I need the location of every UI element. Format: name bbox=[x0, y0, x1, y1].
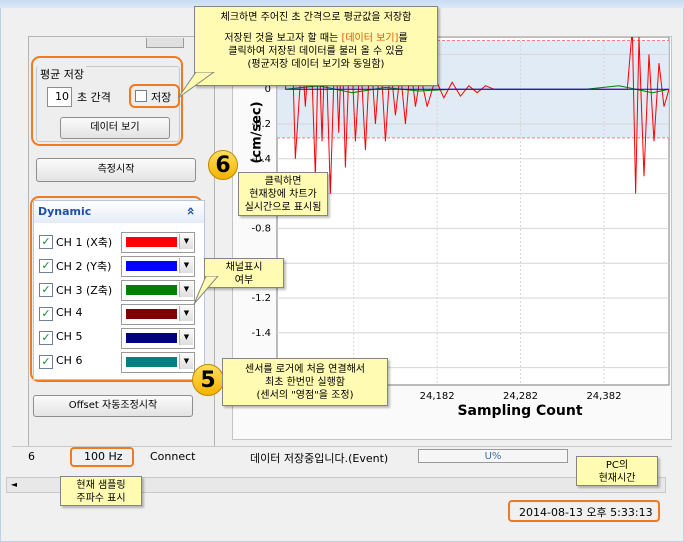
channel-color-swatch bbox=[126, 261, 177, 271]
channel-note-line1: 채널표시 bbox=[225, 262, 263, 273]
status-frequency: 100 Hz bbox=[84, 450, 123, 463]
save-callout-pointer bbox=[177, 72, 215, 99]
channel-color-select[interactable]: ▼ bbox=[121, 352, 195, 373]
save-checkbox-label: 저장 bbox=[151, 91, 172, 104]
status-message: 데이터 저장중입니다.(Event) bbox=[250, 452, 389, 465]
save-note-line1: 체크하면 주어진 초 간격으로 평균값을 저장함 bbox=[220, 12, 412, 23]
channel-row: ✓ CH 3 (Z축) ▼ bbox=[39, 280, 199, 301]
save-interval-unit: 초 간격 bbox=[77, 91, 111, 104]
channel-color-swatch bbox=[126, 357, 177, 367]
offset-note-line3: (센서의 "영점"을 조정) bbox=[256, 390, 354, 401]
time-note-line2: 현재시간 bbox=[598, 473, 636, 484]
chevron-down-icon[interactable]: ▼ bbox=[179, 330, 193, 345]
save-note-line2: 저장된 것을 보고자 할 때는 [데이터 보기]를 bbox=[195, 32, 437, 45]
chevron-down-icon[interactable]: ▼ bbox=[179, 306, 193, 321]
dynamic-panel-header[interactable]: Dynamic « bbox=[34, 201, 204, 223]
start-note-line1: 클릭하면 bbox=[264, 176, 302, 187]
channel-color-select[interactable]: ▼ bbox=[121, 232, 195, 253]
channel-color-swatch bbox=[126, 333, 177, 343]
channel-label: CH 1 (X축) bbox=[56, 236, 113, 249]
save-note-line3: 클릭하여 저장된 데이터를 불러 올 수 있음 bbox=[228, 46, 404, 57]
save-checkbox[interactable] bbox=[135, 90, 147, 102]
channel-label: CH 2 (Y축) bbox=[56, 260, 112, 273]
channel-row: ✓ CH 1 (X축) ▼ bbox=[39, 232, 199, 253]
scroll-left-icon[interactable]: ◄ bbox=[9, 480, 19, 490]
channel-row: ✓ CH 4 ▼ bbox=[39, 304, 199, 325]
x-tick-label: 24,382 bbox=[586, 391, 621, 402]
frequency-callout: 현재 샘플링 주파수 표시 bbox=[60, 476, 142, 506]
chevron-down-icon[interactable]: ▼ bbox=[179, 234, 193, 249]
freq-note-line1: 현재 샘플링 bbox=[76, 480, 126, 491]
channel-label: CH 6 bbox=[56, 354, 83, 367]
status-connection: Connect bbox=[150, 450, 196, 463]
channel-checkbox[interactable]: ✓ bbox=[39, 307, 53, 321]
channel-row: ✓ CH 2 (Y축) ▼ bbox=[39, 256, 199, 277]
chevron-down-icon[interactable]: ▼ bbox=[179, 354, 193, 369]
offset-note-line2: 최초 한번만 실행함 bbox=[265, 377, 345, 388]
channel-row: ✓ CH 5 ▼ bbox=[39, 328, 199, 349]
panel-tab-stub[interactable] bbox=[146, 38, 184, 48]
channel-label: CH 4 bbox=[56, 306, 83, 319]
time-note-line1: PC의 bbox=[605, 460, 629, 471]
start-callout: 클릭하면 현재창에 차트가 실시간으로 표시됨 bbox=[238, 172, 328, 216]
channel-checkbox[interactable]: ✓ bbox=[39, 355, 53, 369]
offset-note-line1: 센서를 로거에 처음 연결해서 bbox=[245, 364, 365, 375]
start-note-line2: 현재창에 차트가 bbox=[249, 189, 317, 200]
channel-color-select[interactable]: ▼ bbox=[121, 328, 195, 349]
y-tick-label: -0.8 bbox=[251, 223, 271, 234]
progress-bar: U% bbox=[418, 449, 568, 463]
y-axis-label: (cm/sec) bbox=[249, 101, 265, 164]
x-tick-label: 24,182 bbox=[420, 391, 455, 402]
save-group-label: 평균 저장 bbox=[38, 66, 86, 82]
status-count: 6 bbox=[28, 450, 35, 463]
view-data-button[interactable]: 데이터 보기 bbox=[60, 117, 170, 139]
status-datetime: 2014-08-13 오후 5:33:13 bbox=[519, 506, 653, 519]
step-6-badge: 6 bbox=[208, 150, 238, 180]
channel-color-swatch bbox=[126, 237, 177, 247]
x-axis-label: Sampling Count bbox=[457, 403, 583, 419]
save-note-highlight: [데이터 보기] bbox=[341, 33, 399, 44]
channel-callout-pointer bbox=[193, 276, 219, 305]
x-tick-label: 24,282 bbox=[503, 391, 538, 402]
y-tick-label: -1.4 bbox=[251, 328, 271, 339]
chevron-down-icon[interactable]: ▼ bbox=[179, 282, 193, 297]
channel-color-swatch bbox=[126, 285, 177, 295]
channel-checkbox[interactable]: ✓ bbox=[39, 235, 53, 249]
channel-checkbox[interactable]: ✓ bbox=[39, 259, 53, 273]
channel-color-select[interactable]: ▼ bbox=[121, 280, 195, 301]
dynamic-panel-title: Dynamic bbox=[38, 205, 92, 218]
save-interval-input[interactable]: 10 bbox=[47, 87, 72, 107]
channel-checkbox[interactable]: ✓ bbox=[39, 283, 53, 297]
channel-color-select[interactable]: ▼ bbox=[121, 256, 195, 277]
channel-checkbox[interactable]: ✓ bbox=[39, 331, 53, 345]
start-note-line3: 실시간으로 표시됨 bbox=[244, 202, 322, 213]
freq-note-line2: 주파수 표시 bbox=[76, 493, 126, 504]
collapse-icon[interactable]: « bbox=[183, 206, 199, 215]
channel-color-select[interactable]: ▼ bbox=[121, 304, 195, 325]
y-tick-label: -1.2 bbox=[251, 293, 271, 304]
save-note-line2b: 를 bbox=[398, 33, 408, 44]
channel-label: CH 3 (Z축) bbox=[56, 284, 113, 297]
datetime-callout: PC의 현재시간 bbox=[576, 456, 658, 486]
channel-list: ✓ CH 1 (X축) ▼ ✓ CH 2 (Y축) ▼ ✓ CH 3 (Z축) ▼ ✓ CH 4 ▼ ✓… bbox=[33, 232, 205, 380]
channel-color-swatch bbox=[126, 309, 177, 319]
start-measure-button[interactable]: 측정시작 bbox=[36, 158, 196, 182]
channel-label: CH 5 bbox=[56, 330, 83, 343]
offset-callout: 센서를 로거에 처음 연결해서 최초 한번만 실행함 (센서의 "영점"을 조정… bbox=[222, 358, 388, 406]
save-callout: 체크하면 주어진 초 간격으로 평균값을 저장함 저장된 것을 보고자 할 때는… bbox=[194, 6, 438, 86]
save-note-line2a: 저장된 것을 보고자 할 때는 bbox=[224, 33, 342, 44]
step-5-badge: 5 bbox=[192, 364, 224, 396]
chevron-down-icon[interactable]: ▼ bbox=[179, 258, 193, 273]
channel-row: ✓ CH 6 ▼ bbox=[39, 352, 199, 373]
save-note-line4: (평균저장 데이터 보기와 동일함) bbox=[247, 59, 385, 70]
offset-auto-button[interactable]: Offset 자동조정시작 bbox=[33, 395, 193, 417]
